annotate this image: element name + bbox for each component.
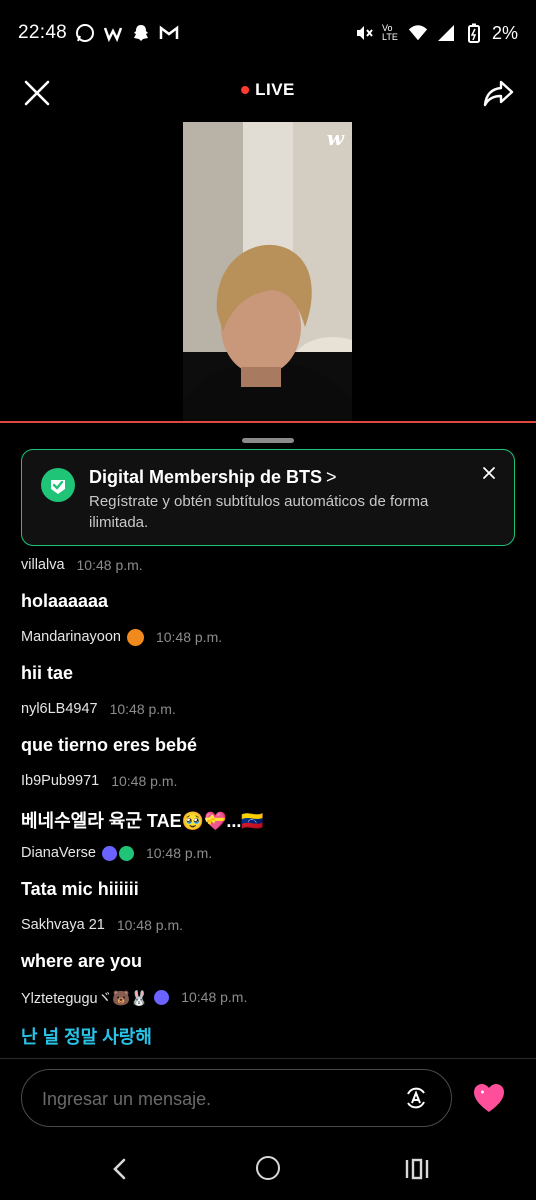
close-icon (483, 467, 495, 479)
input-divider (0, 1058, 536, 1059)
chat-text: holaaaaaa (21, 591, 109, 611)
chat-message: Ib9Pub9971 10:48 p.m. 베네수엘라 육군 TAE🥹💝...🇻… (21, 771, 516, 843)
message-input-placeholder: Ingresar un mensaje. (42, 1089, 212, 1109)
weverse-watermark: w (326, 126, 344, 150)
status-time: 22:48 (18, 22, 68, 43)
status-bar: 22:48 Vo LTE 2% (0, 0, 536, 66)
banner-description: Regístrate y obtén subtítulos automático… (89, 493, 429, 531)
share-button[interactable] (482, 76, 516, 110)
chat-text: where are you (21, 951, 143, 971)
chat-timestamp: 10:48 p.m. (111, 773, 178, 789)
chat-username[interactable]: DianaVerse (21, 845, 96, 861)
chat-list[interactable]: villalva 10:48 p.m. holaaaaaa Mandarinay… (21, 555, 516, 1059)
membership-check-icon (41, 468, 75, 502)
heart-button[interactable] (472, 1082, 506, 1114)
chevron-right-icon: > (326, 467, 337, 487)
wifi-icon (408, 23, 428, 43)
nav-recent-icon (405, 1158, 429, 1180)
video-frame-image (183, 122, 352, 421)
translate-button[interactable] (403, 1085, 429, 1111)
battery-icon (464, 23, 484, 43)
chat-username[interactable]: Sakhvaya 21 (21, 917, 105, 933)
notification-icons (75, 23, 179, 43)
chat-text: 난 널 정말 사랑해 (21, 1027, 152, 1047)
nav-back-button[interactable] (108, 1157, 130, 1181)
nav-home-button[interactable] (256, 1156, 280, 1180)
verified-badge-icon (154, 989, 170, 1005)
chat-timestamp: 10:48 p.m. (181, 989, 248, 1005)
heart-icon (474, 1084, 504, 1112)
message-input[interactable]: Ingresar un mensaje. (21, 1069, 452, 1127)
nav-back-icon (113, 1158, 126, 1180)
live-label: LIVE (255, 80, 295, 99)
share-icon (483, 80, 514, 107)
chat-timestamp: 10:48 p.m. (109, 701, 176, 717)
drag-handle[interactable] (242, 438, 294, 443)
chat-username[interactable]: nyl6LB4947 (21, 701, 98, 717)
chat-text: Tata mic hiiiiii (21, 879, 139, 899)
chat-message: Sakhvaya 21 10:48 p.m. where are you (21, 915, 516, 987)
membership-banner[interactable]: Digital Membership de BTS > Regístrate y… (21, 449, 515, 546)
membership-badge-icon (118, 845, 134, 861)
live-video[interactable]: w (183, 122, 352, 421)
close-button[interactable] (20, 76, 54, 110)
chat-timestamp: 10:48 p.m. (145, 845, 213, 861)
chat-timestamp: 10:48 p.m. (76, 557, 143, 573)
chat-username[interactable]: villalva (21, 557, 65, 573)
mute-icon (354, 23, 374, 43)
banner-title-text: Digital Membership de BTS (89, 467, 323, 487)
close-icon (24, 80, 50, 106)
battery-percent: 2% (491, 22, 518, 43)
system-nav-bar (0, 1140, 536, 1200)
live-top-bar: LIVE (0, 66, 536, 120)
verified-badge-icon (101, 845, 117, 861)
whatsapp-icon (75, 23, 95, 43)
chat-message: Mandarinayoon 10:48 p.m. hii tae (21, 627, 516, 699)
chat-username[interactable]: Ylzteteguguヾ🐻🐰 (21, 987, 148, 1008)
translate-icon (407, 1087, 425, 1109)
snapchat-icon (131, 23, 151, 43)
chat-timestamp: 10:48 p.m. (155, 629, 223, 645)
chat-timestamp: 10:48 p.m. (116, 917, 183, 933)
chat-message: DianaVerse 10:48 p.m. Tata mic hiiiiii (21, 843, 516, 915)
chat-text: 베네수엘라 육군 TAE🥹💝...🇻🇪 (21, 811, 264, 831)
chat-username[interactable]: Mandarinayoon (21, 629, 121, 645)
chat-text: hii tae (21, 663, 74, 683)
nav-recent-button[interactable] (404, 1158, 430, 1180)
chat-username[interactable]: Ib9Pub9971 (21, 773, 99, 789)
weverse-icon (103, 23, 123, 43)
network-label: Vo LTE (381, 23, 398, 42)
chat-text: que tierno eres bebé (21, 735, 198, 755)
chat-message: villalva 10:48 p.m. holaaaaaa (21, 555, 516, 627)
live-indicator: LIVE (241, 80, 295, 100)
banner-close-button[interactable] (480, 464, 498, 482)
gmail-icon (159, 23, 179, 43)
system-status-icons: Vo LTE 2% (354, 23, 518, 44)
live-dot (241, 86, 250, 94)
chat-message: nyl6LB4947 10:48 p.m. que tierno eres be… (21, 699, 516, 771)
banner-title[interactable]: Digital Membership de BTS > (89, 467, 337, 488)
tangerine-emoji-icon (126, 628, 144, 646)
video-progress-line (0, 421, 536, 423)
signal-icon (436, 23, 456, 43)
chat-message: Ylzteteguguヾ🐻🐰 10:48 p.m. 난 널 정말 사랑해 (21, 987, 516, 1059)
